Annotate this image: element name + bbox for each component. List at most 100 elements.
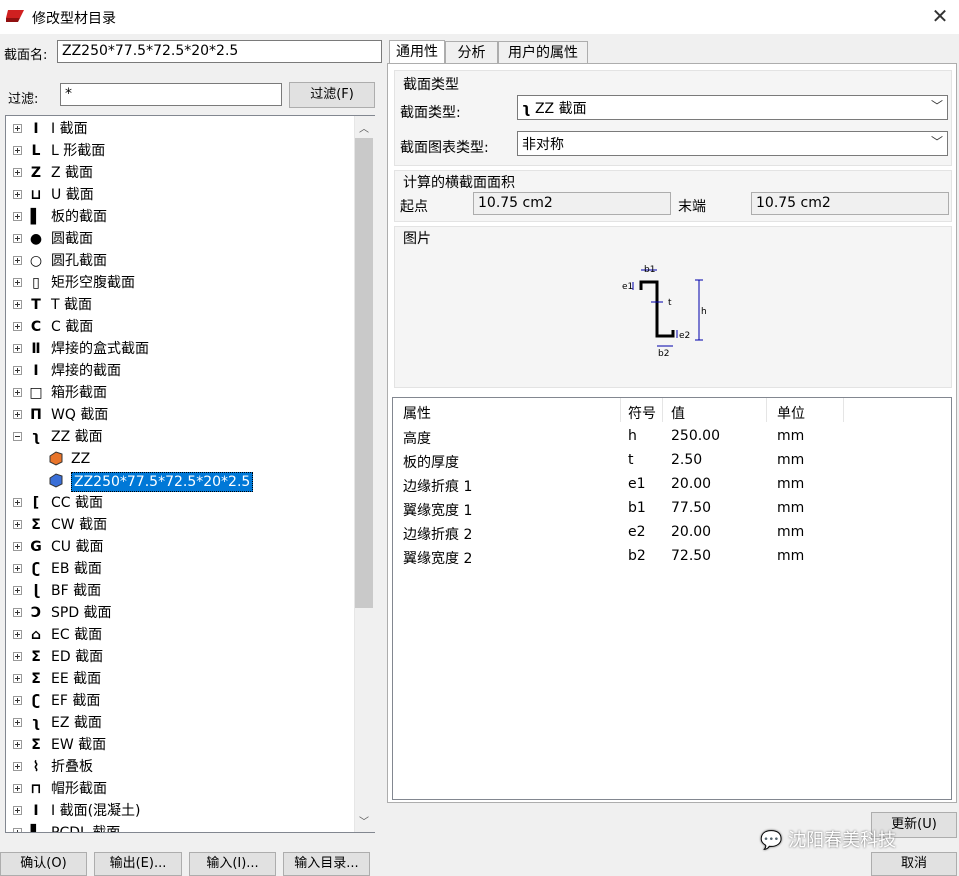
- tree-child-item[interactable]: ZZ: [6, 448, 356, 470]
- filter-button[interactable]: 过滤(F): [289, 82, 375, 108]
- tree-item[interactable]: [CC 截面: [6, 492, 356, 514]
- tree-item[interactable]: ▯ 矩形空腹截面: [6, 272, 356, 294]
- tab-analysis[interactable]: 分析: [445, 41, 498, 65]
- section-type-group-title: 截面类型: [403, 77, 459, 93]
- tree-item[interactable]: Ɔ SPD 截面: [6, 602, 356, 624]
- expand-icon[interactable]: [13, 410, 22, 419]
- tree-item[interactable]: ○ 圆孔截面: [6, 250, 356, 272]
- tree-item[interactable]: Z Z 截面: [6, 162, 356, 184]
- ZZ-icon: ʅ: [31, 429, 41, 445]
- expand-icon[interactable]: [13, 344, 22, 353]
- expand-icon[interactable]: [13, 256, 22, 265]
- property-name: 边缘折痕 2: [403, 527, 473, 543]
- collapse-icon[interactable]: [13, 432, 22, 441]
- section-name-input[interactable]: ZZ250*77.5*72.5*20*2.5: [57, 40, 382, 63]
- dim-b1: b1: [644, 265, 655, 275]
- tree-item-label: EW 截面: [51, 737, 107, 753]
- expand-icon[interactable]: [13, 586, 22, 595]
- property-value: 72.50: [671, 548, 712, 564]
- scroll-down-icon[interactable]: ﹀: [359, 813, 369, 828]
- tab-user-properties[interactable]: 用户的属性: [498, 41, 588, 65]
- import-button[interactable]: 输入(I)...: [189, 852, 276, 876]
- tree-item[interactable]: ⊔ U 截面: [6, 184, 356, 206]
- tree-item[interactable]: ▙ PCDL 截面: [6, 822, 356, 832]
- expand-icon[interactable]: [13, 190, 22, 199]
- expand-icon[interactable]: [13, 652, 22, 661]
- expand-icon[interactable]: [13, 696, 22, 705]
- tree-item[interactable]: Ⅱ 焊接的盒式截面: [6, 338, 356, 360]
- tree-item[interactable]: I 焊接的截面: [6, 360, 356, 382]
- tree-item[interactable]: □ 箱形截面: [6, 382, 356, 404]
- tree-item[interactable]: ⌂ EC 截面: [6, 624, 356, 646]
- expand-icon[interactable]: [13, 608, 22, 617]
- expand-icon[interactable]: [13, 542, 22, 551]
- property-name: 高度: [403, 431, 431, 447]
- filter-input[interactable]: *: [60, 83, 282, 106]
- export-button[interactable]: 输出(E)...: [94, 852, 182, 876]
- column-separator: [843, 398, 844, 422]
- expand-icon[interactable]: [13, 234, 22, 243]
- tree-item-label: T 截面: [51, 297, 93, 313]
- section-tree[interactable]: II 截面 L L 形截面 Z Z 截面 ⊔ U 截面 ▌ 板的截面 ● 圆截面 ○ 圆孔截面 ▯ 矩形空腹…: [5, 115, 375, 833]
- tree-item[interactable]: ʅ EZ 截面: [6, 712, 356, 734]
- tree-item[interactable]: L L 形截面: [6, 140, 356, 162]
- tree-item[interactable]: T T 截面: [6, 294, 356, 316]
- tree-item[interactable]: ʗ EB 截面: [6, 558, 356, 580]
- close-icon[interactable]: ✕: [930, 5, 950, 27]
- tree-item-label: EF 截面: [51, 693, 101, 709]
- tree-item[interactable]: Σ CW 截面: [6, 514, 356, 536]
- expand-icon[interactable]: [13, 388, 22, 397]
- column-separator: [766, 398, 767, 422]
- expand-icon[interactable]: [13, 784, 22, 793]
- expand-icon[interactable]: [13, 806, 22, 815]
- tube-icon: ○: [29, 253, 43, 269]
- tree-item[interactable]: ⌇ 折叠板: [6, 756, 356, 778]
- import-catalog-button[interactable]: 输入目录...: [283, 852, 370, 876]
- tree-item[interactable]: I I 截面: [6, 118, 356, 140]
- tree-item[interactable]: ● 圆截面: [6, 228, 356, 250]
- expand-icon[interactable]: [13, 718, 22, 727]
- expand-icon[interactable]: [13, 630, 22, 639]
- tree-item[interactable]: Σ ED 截面: [6, 646, 356, 668]
- section-type-select[interactable]: ʅ ZZ 截面 ﹀: [517, 95, 948, 120]
- header-value: 值: [671, 406, 685, 422]
- EW-icon: Σ: [31, 737, 41, 753]
- tree-item[interactable]: ▌ 板的截面: [6, 206, 356, 228]
- scroll-up-icon[interactable]: ︿: [359, 120, 369, 135]
- tree-item[interactable]: Σ EE 截面: [6, 668, 356, 690]
- properties-list[interactable]: 属性 符号 值 单位 高度 h 250.00 mm 板的厚度 t 2.50 mm 边缘折痕 1 e…: [392, 397, 952, 800]
- tree-item-label: L 形截面: [51, 143, 106, 159]
- tree-item-label: SPD 截面: [51, 605, 112, 621]
- expand-icon[interactable]: [13, 168, 22, 177]
- tree-item[interactable]: ⊓ 帽形截面: [6, 778, 356, 800]
- expand-icon[interactable]: [13, 740, 22, 749]
- expand-icon[interactable]: [13, 564, 22, 573]
- expand-icon[interactable]: [13, 278, 22, 287]
- property-name: 板的厚度: [403, 455, 459, 471]
- tree-item[interactable]: ʅ ZZ 截面: [6, 426, 356, 448]
- ok-button[interactable]: 确认(O): [0, 852, 87, 876]
- tree-item[interactable]: ɭ BF 截面: [6, 580, 356, 602]
- expand-icon[interactable]: [13, 520, 22, 529]
- tree-item[interactable]: Π WQ 截面: [6, 404, 356, 426]
- tree-scroll-thumb[interactable]: [355, 138, 373, 608]
- expand-icon[interactable]: [13, 124, 22, 133]
- tree-child-item[interactable]: ZZ250*77.5*72.5*20*2.5: [6, 470, 356, 492]
- expand-icon[interactable]: [13, 322, 22, 331]
- tree-item[interactable]: C C 截面: [6, 316, 356, 338]
- tree-item[interactable]: G CU 截面: [6, 536, 356, 558]
- expand-icon[interactable]: [13, 674, 22, 683]
- expand-icon[interactable]: [13, 212, 22, 221]
- expand-icon[interactable]: [13, 366, 22, 375]
- chart-type-select[interactable]: 非对称 ﹀: [517, 131, 948, 156]
- tree-item[interactable]: Σ EW 截面: [6, 734, 356, 756]
- cancel-button[interactable]: 取消: [871, 852, 957, 876]
- tree-item[interactable]: I I 截面(混凝土): [6, 800, 356, 822]
- expand-icon[interactable]: [13, 828, 22, 832]
- tree-item[interactable]: ʗ EF 截面: [6, 690, 356, 712]
- expand-icon[interactable]: [13, 300, 22, 309]
- import-button-label: 输入(I)...: [206, 856, 259, 871]
- expand-icon[interactable]: [13, 498, 22, 507]
- expand-icon[interactable]: [13, 762, 22, 771]
- expand-icon[interactable]: [13, 146, 22, 155]
